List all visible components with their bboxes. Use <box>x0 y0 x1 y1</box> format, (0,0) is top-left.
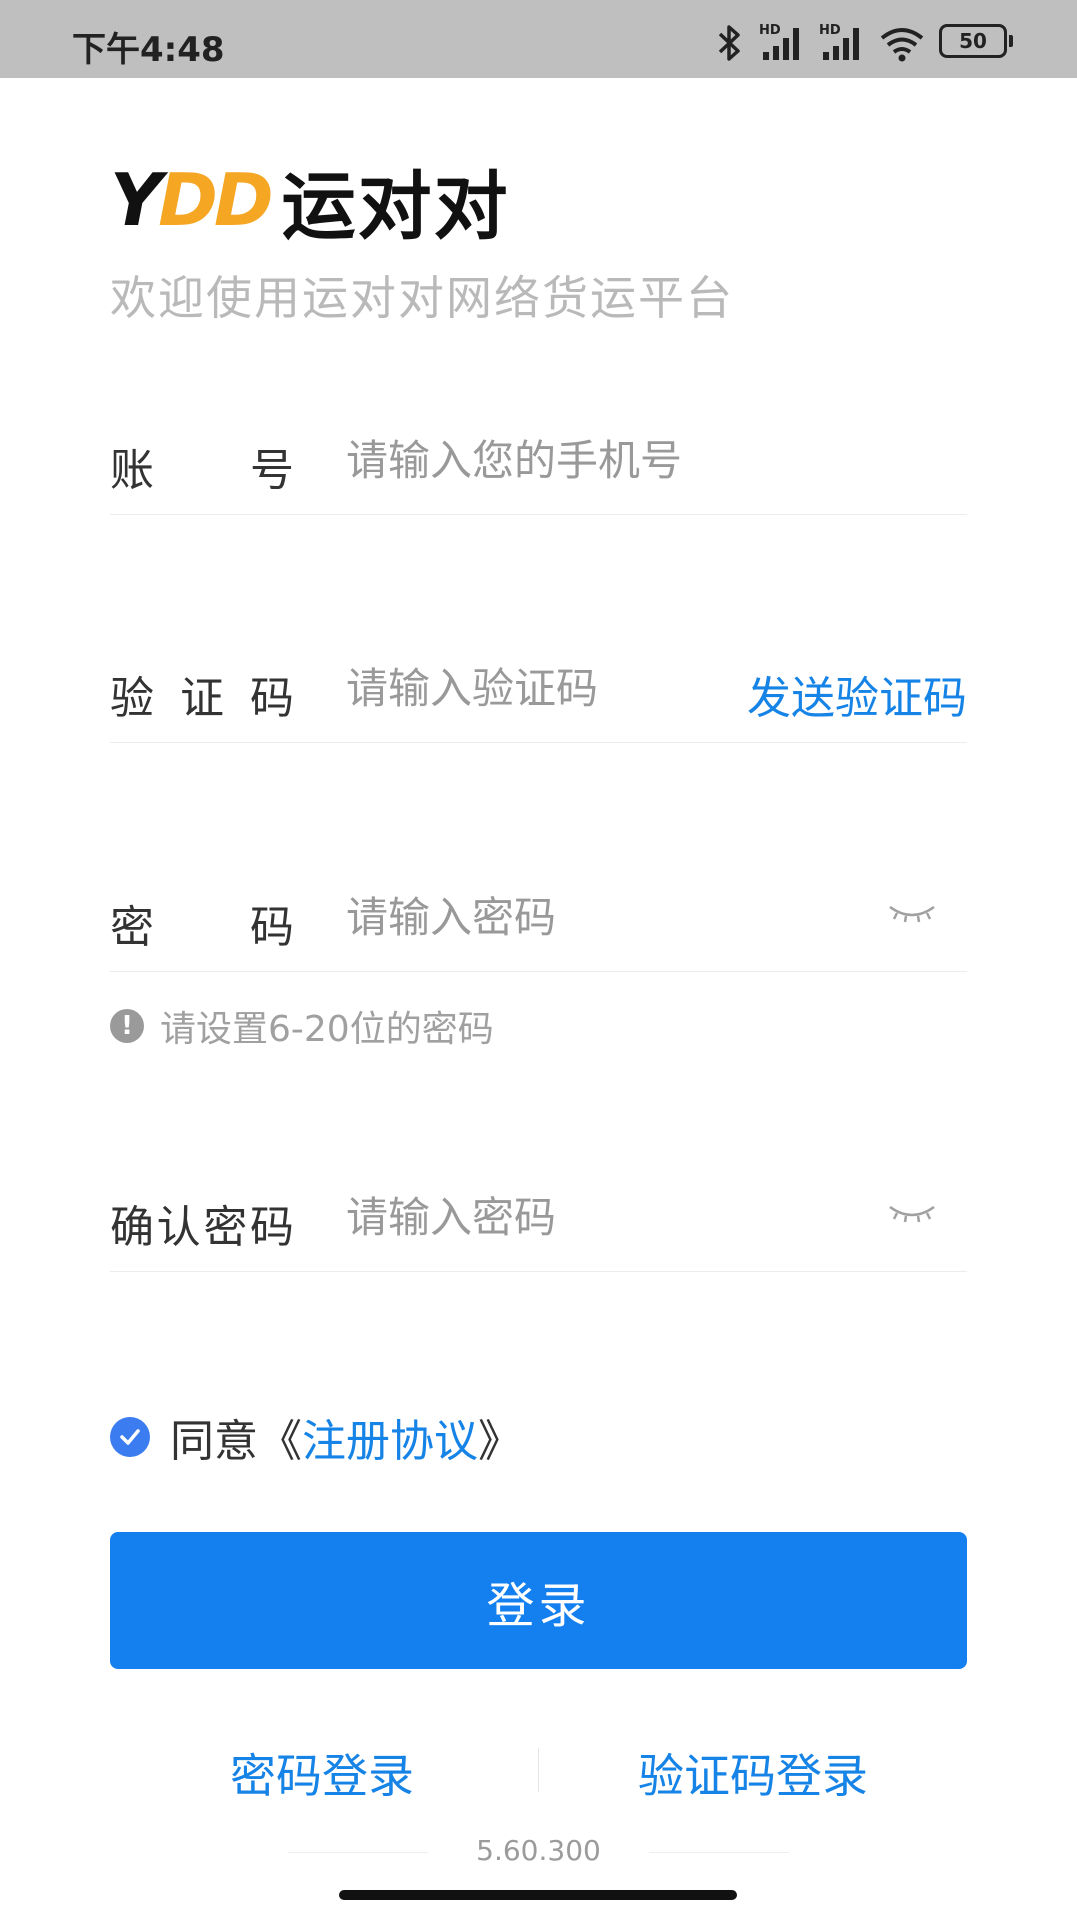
status-bar: 下午4:48 HD HD 50 <box>0 0 1077 78</box>
agreement-row: 同意《 注册协议 》 <box>110 1405 522 1469</box>
hd-label: HD <box>819 23 841 38</box>
signal-hd-icon: HD <box>759 23 799 60</box>
label-char: 码 <box>250 902 294 953</box>
send-code-button[interactable]: 发送验证码 <box>747 662 967 726</box>
label-char: 密 <box>203 1202 248 1253</box>
battery-icon: 50 <box>939 24 1013 58</box>
logo-letter-d: D <box>213 158 274 242</box>
label-char: 账 <box>110 445 154 496</box>
warning-icon: ! <box>110 1009 144 1043</box>
label-char: 密 <box>110 902 154 953</box>
confirm-password-field-row: 确 认 密 码 <box>110 1161 967 1272</box>
account-label: 账 号 <box>110 434 294 498</box>
logo-text: 运对对 <box>281 163 510 250</box>
code-login-link[interactable]: 验证码登录 <box>638 1740 868 1806</box>
divider <box>649 1852 789 1853</box>
code-input[interactable] <box>346 658 726 718</box>
agreement-link[interactable]: 注册协议 <box>302 1405 478 1469</box>
agreement-suffix: 》 <box>478 1416 522 1467</box>
signal-hd-icon: HD <box>819 23 859 60</box>
eye-closed-icon[interactable] <box>887 901 937 925</box>
password-hint-text: 请设置6-20位的密码 <box>160 1009 494 1050</box>
welcome-text: 欢迎使用运对对网络货运平台 <box>110 271 734 325</box>
eye-closed-icon[interactable] <box>887 1201 937 1225</box>
label-char: 码 <box>249 1202 294 1253</box>
label-char: 证 <box>180 673 224 724</box>
check-icon <box>120 1429 140 1445</box>
password-label: 密 码 <box>110 891 294 955</box>
label-char: 码 <box>250 673 294 724</box>
divider <box>538 1748 539 1792</box>
status-time: 下午4:48 <box>72 30 225 70</box>
logo-letter-d: D <box>158 158 218 242</box>
password-input[interactable] <box>346 887 846 947</box>
bluetooth-icon <box>718 25 740 61</box>
app-version: 5.60.300 <box>476 1834 601 1867</box>
label-char: 验 <box>110 673 154 724</box>
password-login-link[interactable]: 密码登录 <box>230 1740 414 1806</box>
wifi-icon <box>880 28 924 62</box>
logo-letters: Y D D <box>110 158 274 242</box>
status-icons: HD HD 50 <box>715 22 1013 62</box>
logo-letter-y: Y <box>110 158 162 242</box>
password-field-row: 密 码 <box>110 861 967 972</box>
hd-label: HD <box>759 23 781 38</box>
confirm-password-label: 确 认 密 码 <box>110 1191 294 1255</box>
agreement-prefix: 同意《 <box>170 1416 302 1467</box>
account-field-row: 账 号 <box>110 404 967 515</box>
label-char: 认 <box>156 1202 201 1253</box>
login-button[interactable]: 登录 <box>110 1532 967 1669</box>
phone-input[interactable] <box>346 430 846 490</box>
password-hint: ! 请设置6-20位的密码 <box>110 1000 494 1052</box>
code-label: 验 证 码 <box>110 662 294 726</box>
label-char: 确 <box>110 1202 154 1253</box>
app-logo: Y D D 运对对 <box>110 158 510 250</box>
home-indicator[interactable] <box>339 1890 737 1900</box>
agreement-checkbox[interactable] <box>110 1417 150 1457</box>
confirm-password-input[interactable] <box>346 1187 846 1247</box>
label-char: 号 <box>250 445 294 496</box>
code-field-row: 验 证 码 发送验证码 <box>110 632 967 743</box>
